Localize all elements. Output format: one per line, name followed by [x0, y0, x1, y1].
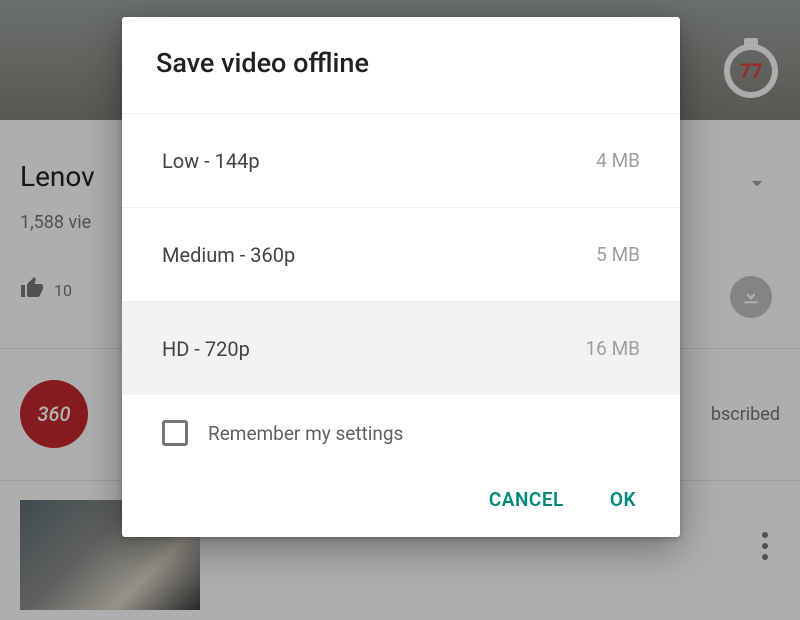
remember-settings-row[interactable]: Remember my settings: [122, 395, 680, 474]
dialog-title: Save video offline: [122, 17, 680, 113]
quality-option-hd[interactable]: HD - 720p 16 MB: [122, 301, 680, 395]
remember-settings-label: Remember my settings: [208, 422, 403, 445]
quality-option-label: Medium - 360p: [162, 243, 295, 267]
save-offline-dialog: Save video offline Low - 144p 4 MB Mediu…: [122, 17, 680, 537]
quality-option-size: 5 MB: [596, 243, 640, 266]
ok-button[interactable]: OK: [610, 488, 636, 511]
quality-option-size: 16 MB: [586, 337, 641, 360]
quality-option-label: Low - 144p: [162, 149, 260, 173]
quality-option-label: HD - 720p: [162, 337, 250, 361]
remember-settings-checkbox[interactable]: [162, 420, 188, 446]
quality-option-medium[interactable]: Medium - 360p 5 MB: [122, 207, 680, 301]
dialog-actions: CANCEL OK: [122, 474, 680, 537]
cancel-button[interactable]: CANCEL: [489, 488, 564, 511]
quality-option-size: 4 MB: [596, 149, 640, 172]
quality-option-low[interactable]: Low - 144p 4 MB: [122, 113, 680, 207]
